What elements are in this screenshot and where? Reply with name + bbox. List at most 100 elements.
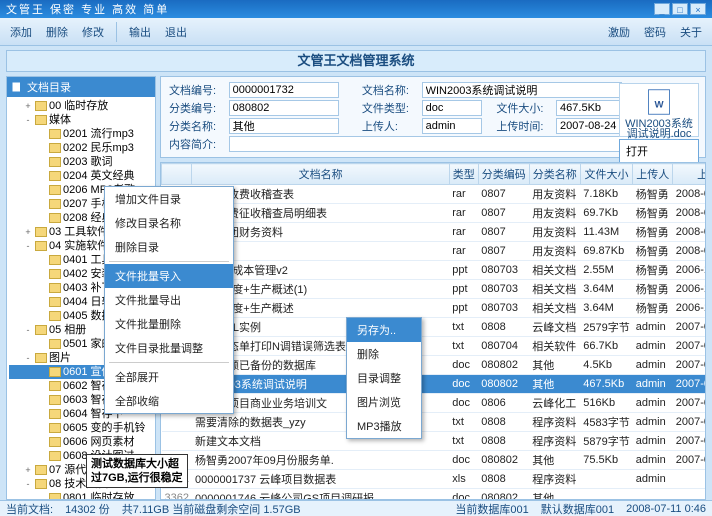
table-row[interactable]: 杨智勇2007年09月份服务单.doc080802其他75.5Kbadmin20… [162,451,707,470]
word-doc-icon: W [645,88,673,116]
maximize-button[interactable]: □ [672,3,688,15]
ctx-item[interactable]: 图片浏览 [347,390,421,414]
tb-edit[interactable]: 修改 [76,21,110,43]
titlebar-text: 文管王 保密 专业 高效 简单 [6,1,169,17]
table-row[interactable]: 860N调度+生产概述ppt080703相关文档3.64M杨智勇2006-11-… [162,299,707,318]
tree-node[interactable]: 0606 网页素材 [9,435,155,449]
tree-node[interactable]: 0204 英文经典 [9,169,155,183]
grid-col-header[interactable]: 文档名称 [192,164,449,185]
table-row[interactable]: 需要清除的数据表_yzytxt0808程序资料4583字节admin2007-0… [162,413,707,432]
svg-text:W: W [654,99,664,110]
grid-col-header[interactable]: 分类名称 [529,164,580,185]
lbl-file-type: 文件类型: [360,99,420,117]
tb-about[interactable]: 关于 [674,21,708,43]
lbl-cat-no: 分类编号: [167,99,227,117]
status-db-default: 默认数据库001 [541,501,614,516]
ctx-item[interactable]: 增加文件目录 [105,187,233,211]
ctx-item[interactable]: 全部收缩 [105,389,233,413]
table-row[interactable]: WIN2003系统调试说明doc080802其他467.5Kbadmin2007… [162,375,707,394]
table-row[interactable]: 新建文本文档txt0808程序资料5879字节admin2007-09-30 0… [162,432,707,451]
close-button[interactable]: × [690,3,706,15]
tree-node[interactable]: 0801 临时存放 [9,491,155,500]
tb-reward[interactable]: 激励 [602,21,636,43]
tb-add[interactable]: 添加 [4,21,38,43]
table-row[interactable]: 用友集团财务资料rar0807用友资料11.43M杨智勇2008-07-03 0… [162,223,707,242]
book-icon [11,81,23,93]
table-row[interactable]: 860N调成本管理v2ppt080703相关文档2.55M杨智勇2006-11-… [162,261,707,280]
table-row[interactable]: 过通规费征收稽查局明细表rar0807用友资料69.7Kb杨智勇2008-07-… [162,204,707,223]
status-disk: 共7.11GB 当前磁盘剩余空间 1.57GB [122,501,301,516]
overlay-note: 测试数据库大小超 过7GB,运行很稳定 [86,454,188,488]
minimize-button[interactable]: _ [654,3,670,15]
ctx-item[interactable]: 删除 [347,342,421,366]
lbl-uploader: 上传人: [360,117,420,135]
table-row[interactable]: 异常状态单打印N调错误筛选表txt080704相关软件66.7Kbadmin20… [162,337,707,356]
doc-chip-label: WIN2003系统调试说明.doc [620,119,698,139]
ctx-item[interactable]: 文件批量删除 [105,312,233,336]
input-doc-no[interactable] [229,82,339,98]
ctx-item[interactable]: 文件批量导入 [105,264,233,288]
ctx-item[interactable]: 全部展开 [105,365,233,389]
sidebar-header: 文档目录 [7,77,155,97]
table-row[interactable]: 33510000001737 云峰项目数据表xls0808程序资料admin [162,470,707,489]
lbl-uptime: 上传时间: [494,117,554,135]
table-row[interactable]: 连接SQL实例txt0808云峰文档2579字节admin2007-08-20 … [162,318,707,337]
tree-node[interactable]: -媒体 [9,113,155,127]
grid-context-menu: 另存为..删除目录调整图片浏览MP3播放 [346,317,422,439]
ctx-item[interactable]: 修改目录名称 [105,211,233,235]
file-grid[interactable]: 文档名称类型分类编码分类名称文件大小上传人上传时间更改人过通规收费收稽查表rar… [160,162,706,500]
tree-node[interactable]: 0202 民乐mp3 [9,141,155,155]
input-cat-no[interactable] [229,100,339,116]
titlebar: 文管王 保密 专业 高效 简单 _ □ × [0,0,712,18]
statusbar: 当前文档: 14302 份 共7.11GB 当前磁盘剩余空间 1.57GB 当前… [0,500,712,516]
ctx-item[interactable]: MP3播放 [347,414,421,438]
overlay-line2: 过7GB,运行很稳定 [91,471,183,485]
input-file-type[interactable] [422,100,482,116]
overlay-line1: 测试数据库大小超 [91,457,183,471]
menu-open[interactable]: 打开 [620,140,698,162]
window-buttons: _ □ × [654,3,706,15]
ctx-item[interactable]: 文件目录批量调整 [105,336,233,360]
table-row[interactable]: 云峰一项目商业业务培训文doc0806云峰化工516Kbadmin2007-09… [162,394,707,413]
table-row[interactable]: B61rar0807用友资料69.87Kb杨智勇2008-07-03 02:04 [162,242,707,261]
table-row[interactable]: 控制巨额已备份的数据库doc080802其他4.5Kbadmin2007-08-… [162,356,707,375]
table-row[interactable]: 860N调度+生产概述(1)ppt080703相关文档3.64M杨智勇2006-… [162,280,707,299]
tb-exit[interactable]: 退出 [159,21,193,43]
tb-export[interactable]: 输出 [123,21,157,43]
table-row[interactable]: 过通规收费收稽查表rar0807用友资料7.18Kb杨智勇2008-07-03 … [162,185,707,204]
input-desc[interactable] [229,136,629,152]
status-datetime: 2008-07-11 0:46 [626,503,706,515]
lbl-desc: 内容简介: [167,135,227,153]
grid-col-header[interactable]: 分类编码 [478,164,529,185]
ctx-item[interactable]: 目录调整 [347,366,421,390]
grid-col-header[interactable]: 上传人 [633,164,673,185]
ctx-item[interactable]: 文件批量导出 [105,288,233,312]
tb-password[interactable]: 密码 [638,21,672,43]
tb-delete[interactable]: 删除 [40,21,74,43]
grid-col-header[interactable]: 上传时间 [673,164,706,185]
status-doc-label: 当前文档: [6,501,53,516]
tree-context-menu: 增加文件目录修改目录名称删除目录文件批量导入文件批量导出文件批量删除文件目录批量… [104,186,234,414]
ctx-item[interactable]: 删除目录 [105,235,233,259]
lbl-file-size: 文件大小: [494,99,554,117]
status-db-current: 当前数据库001 [455,501,528,516]
ctx-item[interactable]: 另存为.. [347,318,421,342]
lbl-cat-name: 分类名称: [167,117,227,135]
table-row[interactable]: 33620000001746 云峰公司GS项目调研报doc080802其他 [162,489,707,501]
input-uploader[interactable] [422,118,482,134]
doc-preview-chip[interactable]: W WIN2003系统调试说明.doc [619,83,699,137]
tree-node[interactable]: 0203 歌词 [9,155,155,169]
detail-form: 文档编号: 文档名称: 分类编号: 文件类型: 文件大小: 分类名称: 上传 [160,76,706,158]
input-cat-name[interactable] [229,118,339,134]
grid-col-header[interactable]: 文件大小 [580,164,632,185]
toolbar: 添加 删除 修改 输出 退出 激励 密码 关于 [0,18,712,46]
grid-col-header[interactable] [162,164,192,185]
sidebar-title: 文档目录 [27,79,71,95]
header-title: 文管王文档管理系统 [6,50,706,72]
tree-node[interactable]: 0201 流行mp3 [9,127,155,141]
grid-col-header[interactable]: 类型 [449,164,478,185]
status-doc-count: 14302 份 [65,501,110,516]
tree-node[interactable]: +00 临时存放 [9,99,155,113]
input-doc-name[interactable] [422,82,622,98]
tree-node[interactable]: 0605 变的手机铃 [9,421,155,435]
